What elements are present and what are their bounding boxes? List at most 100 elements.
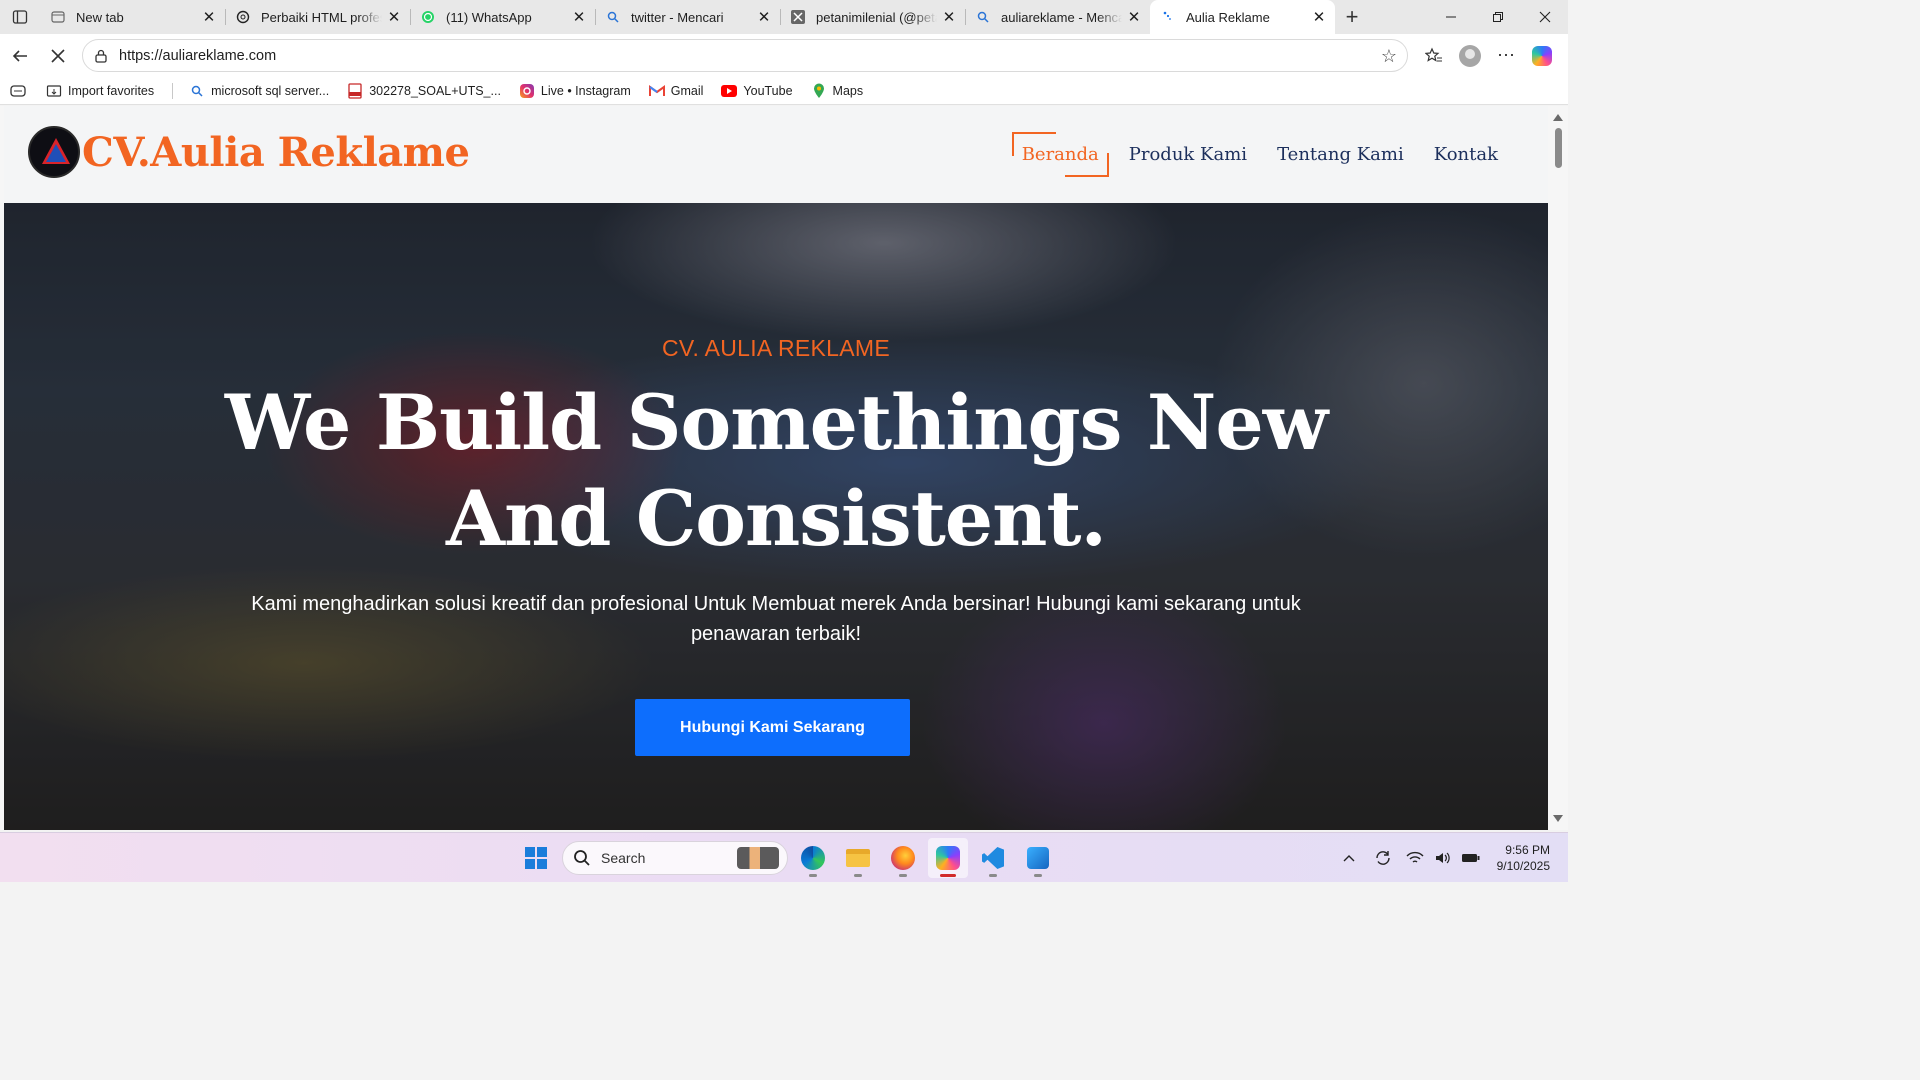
favorite-label: microsoft sql server... [211, 83, 330, 98]
favorite-sql-server[interactable]: microsoft sql server... [189, 83, 329, 99]
close-tab-icon[interactable]: ✕ [1126, 9, 1142, 26]
instagram-icon [519, 83, 535, 99]
hero-section: CV. AULIA REKLAME We Build Somethings Ne… [4, 203, 1548, 830]
scroll-down-icon[interactable] [1553, 815, 1563, 822]
favorite-gmail[interactable]: Gmail [648, 83, 704, 99]
favorite-pdf[interactable]: 302278_SOAL+UTS_... [347, 82, 501, 99]
chatgpt-icon [235, 9, 251, 25]
hero-kicker: CV. AULIA REKLAME [662, 335, 890, 361]
tab-title: twitter - Mencari [631, 9, 724, 25]
favorite-instagram[interactable]: Live • Instagram [519, 83, 631, 99]
url-text: https://auliareklame.com [119, 47, 277, 64]
tab-title: Aulia Reklame [1186, 9, 1270, 25]
chevron-up-icon [1343, 855, 1355, 862]
copilot-icon [936, 846, 960, 870]
stop-loading-button[interactable] [40, 38, 76, 74]
taskbar-file-explorer[interactable] [838, 838, 878, 878]
tab-title: Perbaiki HTML profesional [261, 9, 382, 25]
close-tab-icon[interactable]: ✕ [201, 9, 217, 26]
battery-tray-button[interactable] [1459, 846, 1483, 870]
close-tab-icon[interactable]: ✕ [386, 9, 402, 26]
favorite-youtube[interactable]: YouTube [721, 83, 793, 99]
taskbar-vscode[interactable] [973, 838, 1013, 878]
scrollbar-thumb[interactable] [1555, 128, 1562, 168]
favorite-maps[interactable]: Maps [811, 83, 864, 99]
favorite-label: Maps [832, 83, 864, 98]
clock-time: 9:56 PM [1505, 843, 1550, 857]
nav-kontak[interactable]: Kontak [1424, 132, 1508, 177]
photos-icon [1027, 847, 1049, 869]
taskbar-search[interactable]: Search [562, 841, 788, 875]
battery-icon [1461, 854, 1480, 862]
favorite-label: Gmail [670, 83, 704, 98]
tab-auliareklame-search[interactable]: auliareklame - Mencari ✕ [965, 0, 1150, 34]
wifi-tray-button[interactable] [1403, 846, 1427, 870]
nav-tentang-kami[interactable]: Tentang Kami [1267, 132, 1414, 177]
show-hidden-icons[interactable] [1337, 846, 1361, 870]
page-scrollbar[interactable] [1548, 106, 1568, 830]
restore-button[interactable] [1474, 0, 1521, 34]
taskbar-clock[interactable]: 9:56 PM 9/10/2025 [1497, 842, 1550, 874]
tab-title: petanimilenial (@petanimilenial) [816, 9, 937, 25]
back-button[interactable] [2, 38, 38, 74]
newtab-icon [50, 9, 66, 25]
favorites-toggle[interactable] [10, 83, 32, 99]
close-tab-icon[interactable]: ✕ [941, 9, 957, 26]
tab-title: auliareklame - Mencari [1001, 9, 1122, 25]
bing-search-icon [975, 9, 991, 25]
pdf-icon [347, 82, 363, 99]
copilot-icon [1532, 45, 1552, 66]
taskbar-photos[interactable] [1018, 838, 1058, 878]
close-tab-icon[interactable]: ✕ [1311, 9, 1327, 26]
copilot-button[interactable] [1524, 38, 1560, 74]
close-tab-icon[interactable]: ✕ [756, 9, 772, 26]
toolbar-right: ⋯ [1416, 34, 1560, 77]
close-tab-icon[interactable]: ✕ [571, 9, 587, 26]
favorite-label: Import favorites [68, 83, 155, 98]
favorites-divider [172, 82, 174, 99]
profile-button[interactable] [1452, 38, 1488, 74]
address-bar[interactable]: https://auliareklame.com ☆ [82, 39, 1408, 72]
hero-subtitle: Kami menghadirkan solusi kreatif dan pro… [251, 593, 1301, 645]
taskbar-search-placeholder: Search [601, 850, 646, 866]
sync-tray-button[interactable] [1371, 846, 1395, 870]
search-icon [574, 850, 590, 866]
tab-x-profile[interactable]: petanimilenial (@petanimilenial) ✕ [780, 0, 965, 34]
search-icon [189, 83, 205, 99]
taskbar-edge[interactable] [793, 838, 833, 878]
brand-name: CV.Aulia Reklame [82, 128, 470, 176]
taskbar-firefox[interactable] [883, 838, 923, 878]
favorite-import[interactable]: Import favorites [46, 83, 154, 99]
start-button[interactable] [516, 838, 556, 878]
scroll-up-icon[interactable] [1553, 114, 1563, 121]
settings-more-button[interactable]: ⋯ [1488, 38, 1524, 74]
tab-twitter-search[interactable]: twitter - Mencari ✕ [595, 0, 780, 34]
close-window-button[interactable] [1521, 0, 1568, 34]
taskbar-copilot[interactable] [928, 838, 968, 878]
volume-tray-button[interactable] [1431, 846, 1455, 870]
tab-strip: New tab ✕ Perbaiki HTML profesional ✕ (1… [0, 0, 1568, 34]
tab-actions-button[interactable] [0, 0, 40, 34]
edge-icon [801, 846, 825, 870]
contact-now-button[interactable]: Hubungi Kami Sekarang [635, 699, 910, 756]
bing-search-icon [605, 9, 621, 25]
nav-beranda[interactable]: Beranda [1011, 132, 1109, 177]
tab-actions-icon [12, 10, 28, 24]
volume-icon [1435, 852, 1450, 864]
site-info-icon[interactable] [93, 49, 109, 63]
vscode-icon [982, 847, 1004, 869]
firefox-icon [891, 846, 915, 870]
nav-produk-kami[interactable]: Produk Kami [1119, 132, 1257, 177]
minimize-button[interactable] [1427, 0, 1474, 34]
new-tab-button[interactable]: + [1335, 0, 1369, 34]
plus-icon: + [1345, 4, 1359, 29]
hero-title: We Build Somethings New And Consistent. [224, 378, 1328, 563]
site-logo-link[interactable]: CV.Aulia Reklame [28, 126, 470, 178]
tab-chatgpt[interactable]: Perbaiki HTML profesional ✕ [225, 0, 410, 34]
tab-title: (11) WhatsApp [446, 9, 532, 25]
tab-whatsapp[interactable]: (11) WhatsApp ✕ [410, 0, 595, 34]
favorite-star-icon[interactable]: ☆ [1381, 46, 1397, 67]
tab-new-tab[interactable]: New tab ✕ [40, 0, 225, 34]
favorites-button[interactable] [1416, 38, 1452, 74]
tab-aulia-reklame[interactable]: Aulia Reklame ✕ [1150, 0, 1335, 34]
